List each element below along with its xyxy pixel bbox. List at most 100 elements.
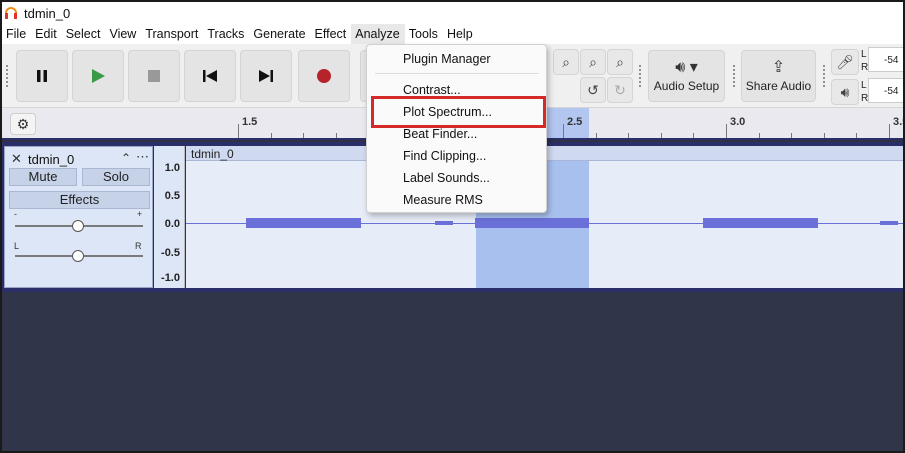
zoom-fit-icon: ⌕: [616, 53, 624, 70]
playback-meter-button[interactable]: 🔊︎: [831, 79, 859, 105]
waveform-segment: [880, 221, 898, 225]
amplitude-ruler[interactable]: 1.0 0.5 0.0 -0.5 -1.0: [154, 146, 185, 288]
pan-slider-knob[interactable]: [72, 250, 84, 262]
menu-help[interactable]: Help: [443, 24, 478, 44]
skip-end-icon: [259, 70, 273, 82]
scale-label: -1.0: [161, 272, 180, 284]
menu-tracks[interactable]: Tracks: [203, 24, 249, 44]
track-menu-icon[interactable]: ⋯: [136, 149, 150, 165]
gear-icon: ⚙: [16, 116, 30, 132]
ruler-tick-label: 1.5: [242, 116, 258, 128]
menu-analyze[interactable]: Analyze: [351, 24, 405, 44]
waveform-segment: [246, 218, 361, 228]
menu-item-plugin-manager[interactable]: Plugin Manager: [403, 52, 491, 66]
toolbar-grip[interactable]: [5, 64, 9, 88]
plot-spectrum-highlight-box: [371, 96, 546, 128]
gain-min-label: -: [14, 209, 17, 219]
menu-edit[interactable]: Edit: [31, 24, 62, 44]
share-upload-icon: ⇪: [771, 59, 786, 76]
menu-item-beat-finder[interactable]: Beat Finder...: [403, 127, 477, 141]
menu-effect[interactable]: Effect: [311, 24, 352, 44]
scale-label: -0.5: [161, 247, 180, 259]
scale-label: 0.0: [164, 218, 180, 230]
stop-icon: [148, 70, 160, 82]
record-level-meter[interactable]: -54: [868, 47, 903, 72]
menu-file[interactable]: File: [2, 24, 31, 44]
audacity-logo-icon: [4, 6, 18, 20]
zoom-out-button[interactable]: ⌕: [580, 49, 606, 75]
audio-setup-label: Audio Setup: [653, 79, 720, 93]
track-control-panel: ✕ tdmin_0 ⌃ ⋯ Mute Solo Effects - + L R: [4, 146, 153, 288]
toolbar-grip[interactable]: [638, 64, 642, 88]
menu-select[interactable]: Select: [62, 24, 106, 44]
record-meter-value: -54: [884, 55, 899, 66]
menu-item-measure-rms[interactable]: Measure RMS: [403, 193, 483, 207]
empty-track-space[interactable]: [2, 292, 903, 451]
skip-to-start-button[interactable]: [184, 50, 236, 102]
ruler-tick-label: 2.5: [567, 116, 583, 128]
record-meter-button[interactable]: 🎤︎: [831, 49, 859, 75]
playback-meter-value: -54: [884, 86, 899, 97]
share-audio-label: Share Audio: [745, 79, 812, 93]
play-button[interactable]: [72, 50, 124, 102]
clip-name: tdmin_0: [191, 147, 234, 161]
gain-slider-knob[interactable]: [72, 220, 84, 232]
scale-label: 1.0: [164, 162, 180, 174]
menu-item-contrast[interactable]: Contrast...: [403, 83, 461, 97]
menu-item-label-sounds[interactable]: Label Sounds...: [403, 171, 490, 185]
menu-view[interactable]: View: [105, 24, 141, 44]
menu-bar: File Edit Select View Transport Tracks G…: [2, 24, 903, 44]
waveform-segment: [475, 218, 589, 228]
undo-icon: ↺: [587, 81, 599, 98]
redo-icon: ↻: [614, 81, 626, 98]
microphone-icon: 🎤︎: [836, 53, 854, 70]
gain-max-label: +: [137, 209, 143, 219]
menu-transport[interactable]: Transport: [141, 24, 203, 44]
fit-selection-button[interactable]: ⌕: [607, 49, 633, 75]
zoom-in-button[interactable]: ⌕: [553, 49, 579, 75]
waveform-segment: [435, 221, 453, 225]
close-track-icon[interactable]: ✕: [11, 151, 22, 167]
toolbar-grip[interactable]: [822, 64, 826, 88]
timeline-settings-button[interactable]: ⚙: [10, 113, 36, 135]
menu-separator: [375, 73, 539, 74]
menu-generate[interactable]: Generate: [249, 24, 310, 44]
zoom-out-icon: ⌕: [589, 53, 597, 70]
pan-right-label: R: [135, 241, 142, 251]
audacity-window: tdmin_0 File Edit Select View Transport …: [0, 0, 905, 453]
ruler-tick-label: 3.0: [730, 116, 746, 128]
track-name[interactable]: tdmin_0: [28, 152, 74, 167]
window-title: tdmin_0: [24, 5, 71, 21]
scale-label: 0.5: [164, 190, 180, 202]
record-icon: [317, 69, 331, 83]
effects-button[interactable]: Effects: [9, 191, 150, 209]
title-bar: tdmin_0: [2, 2, 903, 24]
stop-button[interactable]: [128, 50, 180, 102]
toolbar-grip[interactable]: [732, 64, 736, 88]
pause-button[interactable]: [16, 50, 68, 102]
record-button[interactable]: [298, 50, 350, 102]
menu-tools[interactable]: Tools: [405, 24, 443, 44]
analyze-menu-dropdown: Plugin Manager Contrast... Plot Spectrum…: [366, 44, 547, 213]
pause-icon: [37, 70, 47, 82]
audio-setup-button[interactable]: 🔊︎ ▾ Audio Setup: [648, 50, 725, 102]
mute-button[interactable]: Mute: [9, 168, 77, 186]
skip-start-icon: [203, 70, 217, 82]
undo-button[interactable]: ↺: [580, 77, 606, 103]
redo-button[interactable]: ↻: [607, 77, 633, 103]
playback-meter-left-label: L: [861, 80, 867, 91]
skip-to-end-button[interactable]: [240, 50, 292, 102]
playback-level-meter[interactable]: -54: [868, 78, 903, 103]
solo-button[interactable]: Solo: [82, 168, 150, 186]
pan-left-label: L: [14, 241, 20, 251]
record-meter-left-label: L: [861, 49, 867, 60]
share-audio-button[interactable]: ⇪ Share Audio: [741, 50, 816, 102]
play-icon: [92, 69, 105, 83]
collapse-icon[interactable]: ⌃: [121, 151, 131, 165]
menu-item-find-clipping[interactable]: Find Clipping...: [403, 149, 486, 163]
waveform-segment: [703, 218, 818, 228]
ruler-tick-label: 3.5: [893, 116, 903, 128]
zoom-in-icon: ⌕: [562, 53, 570, 70]
speaker-icon: 🔊︎ ▾: [675, 59, 698, 76]
speaker-meter-icon: 🔊︎: [840, 83, 850, 100]
